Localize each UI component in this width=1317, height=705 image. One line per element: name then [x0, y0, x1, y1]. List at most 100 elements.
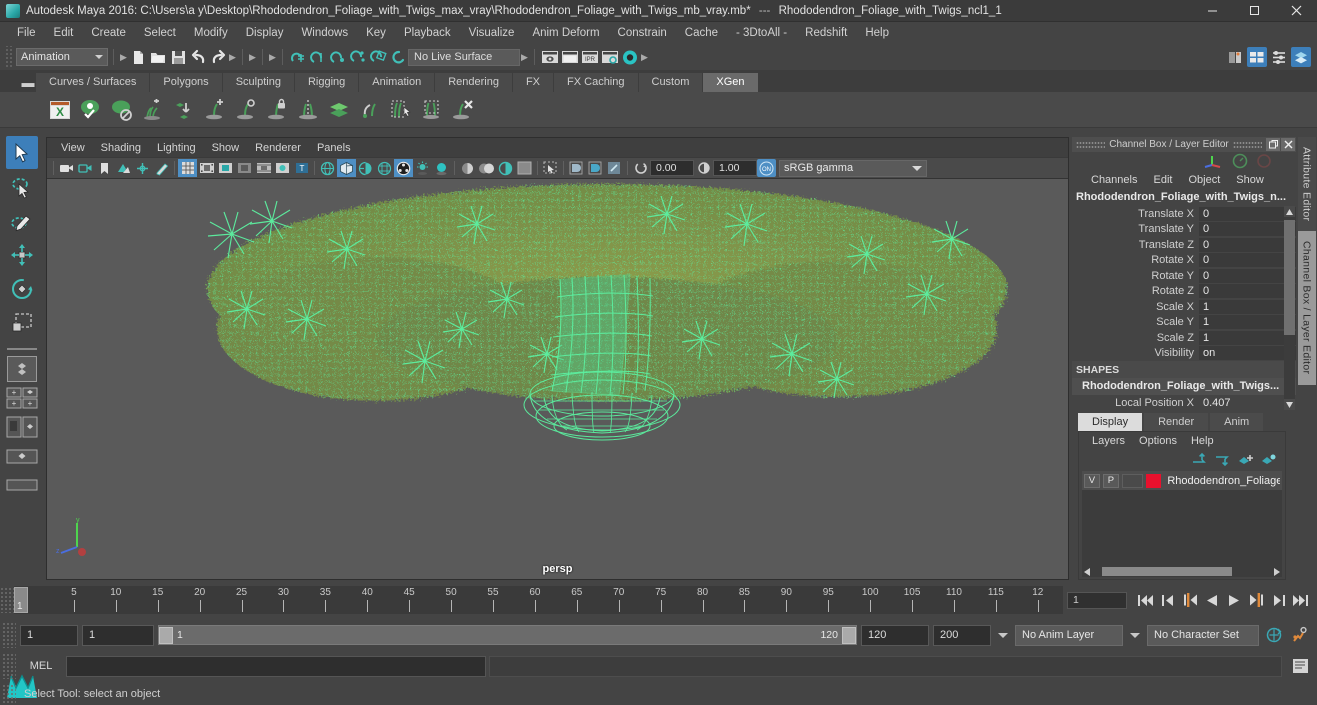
- tool-settings-panel-icon[interactable]: [1269, 47, 1289, 67]
- channel-box-scroll-thumb[interactable]: [1284, 220, 1295, 335]
- scroll-right-arrow-icon[interactable]: [1272, 567, 1280, 576]
- time-slider[interactable]: 1 5 10 15 20 25 30 35 40 45 50 55 60 65 70 75 80 85 90 95 1…: [14, 586, 1063, 614]
- viewport-menu-view[interactable]: View: [53, 141, 93, 155]
- snap-to-projected-center-icon[interactable]: [348, 47, 368, 67]
- layer-name[interactable]: Rhododendron_Foliage_: [1164, 475, 1280, 487]
- character-set-selector[interactable]: No Character Set: [1147, 624, 1259, 646]
- xgen-delete-guide-icon[interactable]: [449, 96, 477, 124]
- menu-visualize[interactable]: Visualize: [460, 25, 524, 41]
- display-layer-list[interactable]: V P Rhododendron_Foliage_: [1082, 471, 1282, 566]
- menu-3dtoall[interactable]: - 3DtoAll -: [727, 25, 796, 41]
- step-back-keyframe-icon[interactable]: [1157, 589, 1179, 611]
- move-layer-down-icon[interactable]: [1215, 453, 1230, 466]
- layer-scroll-thumb[interactable]: [1102, 567, 1232, 576]
- channel-box-menu-object[interactable]: Object: [1181, 173, 1227, 187]
- collapse-arrow-icon-5[interactable]: ▶: [520, 49, 529, 65]
- tab-display[interactable]: Display: [1078, 413, 1143, 431]
- new-scene-icon[interactable]: [128, 47, 148, 67]
- snap-to-point-icon[interactable]: [328, 47, 348, 67]
- speed-gauge-icon[interactable]: [1232, 153, 1248, 169]
- viewport-menu-lighting[interactable]: Lighting: [149, 141, 204, 155]
- film-gate-icon[interactable]: [197, 159, 216, 177]
- layout-four-pane-button[interactable]: + + +: [6, 385, 38, 411]
- isolate-select-icon[interactable]: [541, 159, 560, 177]
- snap-to-view-plane-icon[interactable]: [368, 47, 388, 67]
- rotate-tool-button[interactable]: [6, 272, 38, 305]
- shelf-tab-fx-caching[interactable]: FX Caching: [554, 73, 638, 92]
- xgen-region-mask-icon[interactable]: [418, 96, 446, 124]
- save-scene-icon[interactable]: [168, 47, 188, 67]
- menu-key[interactable]: Key: [357, 25, 395, 41]
- shade-wireframe-icon[interactable]: [356, 159, 375, 177]
- playback-start-time-field[interactable]: 1: [82, 624, 154, 646]
- xgen-add-description-icon[interactable]: [139, 96, 167, 124]
- channel-box-panel-icon[interactable]: [1291, 47, 1311, 67]
- motion-blur-icon[interactable]: [458, 159, 477, 177]
- select-camera-icon[interactable]: [57, 159, 76, 177]
- panel-close-icon[interactable]: [1281, 138, 1295, 151]
- gamma-field[interactable]: 1.00: [713, 160, 757, 176]
- command-line-grip[interactable]: [2, 653, 16, 679]
- scroll-left-arrow-icon[interactable]: [1084, 567, 1092, 576]
- shelf-tab-sculpting[interactable]: Sculpting: [222, 73, 294, 92]
- attribute-value[interactable]: 0: [1199, 253, 1296, 268]
- snap-to-grid-icon[interactable]: [288, 47, 308, 67]
- menu-windows[interactable]: Windows: [292, 25, 357, 41]
- menu-select[interactable]: Select: [135, 25, 185, 41]
- multisample-aa-icon[interactable]: [477, 159, 496, 177]
- shelf-tab-animation[interactable]: Animation: [359, 73, 435, 92]
- move-tool-button[interactable]: [6, 238, 38, 271]
- hypershade-icon[interactable]: [620, 47, 640, 67]
- attribute-row-translate-y[interactable]: Translate Y 0: [1072, 222, 1296, 238]
- attribute-row-scale-z[interactable]: Scale Z 1: [1072, 330, 1296, 346]
- viewport-menu-show[interactable]: Show: [204, 141, 248, 155]
- layout-outliner-persp-button[interactable]: [6, 414, 38, 440]
- menu-create[interactable]: Create: [82, 25, 135, 41]
- tab-anim[interactable]: Anim: [1210, 413, 1264, 431]
- depth-of-field-icon[interactable]: [496, 159, 515, 177]
- shelf-tab-fx[interactable]: FX: [512, 73, 554, 92]
- attribute-row-translate-x[interactable]: Translate X 0: [1072, 206, 1296, 222]
- xgen-select-primitives-icon[interactable]: [387, 96, 415, 124]
- statusline-grip[interactable]: [4, 46, 12, 68]
- range-slider-left-handle[interactable]: [159, 626, 173, 644]
- camera-attributes-icon[interactable]: [76, 159, 95, 177]
- snap-to-curve-icon[interactable]: [308, 47, 328, 67]
- exposure-reset-icon[interactable]: [631, 159, 650, 177]
- range-slider-right-handle[interactable]: [842, 626, 856, 644]
- resolution-gate-icon[interactable]: [216, 159, 235, 177]
- status-bar-grip[interactable]: [2, 683, 16, 704]
- two-d-pan-zoom-icon[interactable]: [133, 159, 152, 177]
- viewport-region-icon[interactable]: [515, 159, 534, 177]
- menu-file[interactable]: File: [8, 25, 45, 41]
- menu-redshift[interactable]: Redshift: [796, 25, 856, 41]
- channel-box-menu-channels[interactable]: Channels: [1084, 173, 1144, 187]
- color-management-toggle-icon[interactable]: ON: [757, 159, 776, 177]
- viewport-menu-panels[interactable]: Panels: [309, 141, 359, 155]
- lasso-select-tool-button[interactable]: [6, 170, 38, 203]
- attribute-row-rotate-y[interactable]: Rotate Y 0: [1072, 268, 1296, 284]
- command-input-field[interactable]: [66, 655, 486, 677]
- step-back-frame-icon[interactable]: [1179, 589, 1201, 611]
- command-result-field[interactable]: [489, 655, 1282, 677]
- xray-joints-icon[interactable]: [273, 159, 292, 177]
- attribute-value[interactable]: on: [1199, 346, 1296, 361]
- collapse-arrow-icon-6[interactable]: ▶: [640, 49, 649, 65]
- attribute-value[interactable]: 1: [1199, 330, 1296, 345]
- animation-preferences-icon[interactable]: [1289, 624, 1311, 646]
- go-to-start-icon[interactable]: [1135, 589, 1157, 611]
- menu-modify[interactable]: Modify: [185, 25, 237, 41]
- use-all-lights-icon[interactable]: [394, 159, 413, 177]
- menu-playback[interactable]: Playback: [395, 25, 460, 41]
- menu-display[interactable]: Display: [237, 25, 293, 41]
- xgen-preview-icon[interactable]: [77, 96, 105, 124]
- xray-joints-mode-icon[interactable]: [605, 159, 624, 177]
- menu-cache[interactable]: Cache: [676, 25, 727, 41]
- xgen-freeze-guide-icon[interactable]: [263, 96, 291, 124]
- outliner-panel-icon[interactable]: [1225, 47, 1245, 67]
- play-backwards-icon[interactable]: [1201, 589, 1223, 611]
- collapse-arrow-icon[interactable]: ▶: [119, 49, 128, 65]
- side-tab-attribute-editor[interactable]: Attribute Editor: [1297, 137, 1316, 232]
- menu-constrain[interactable]: Constrain: [609, 25, 676, 41]
- smooth-shade-all-icon[interactable]: [337, 159, 356, 177]
